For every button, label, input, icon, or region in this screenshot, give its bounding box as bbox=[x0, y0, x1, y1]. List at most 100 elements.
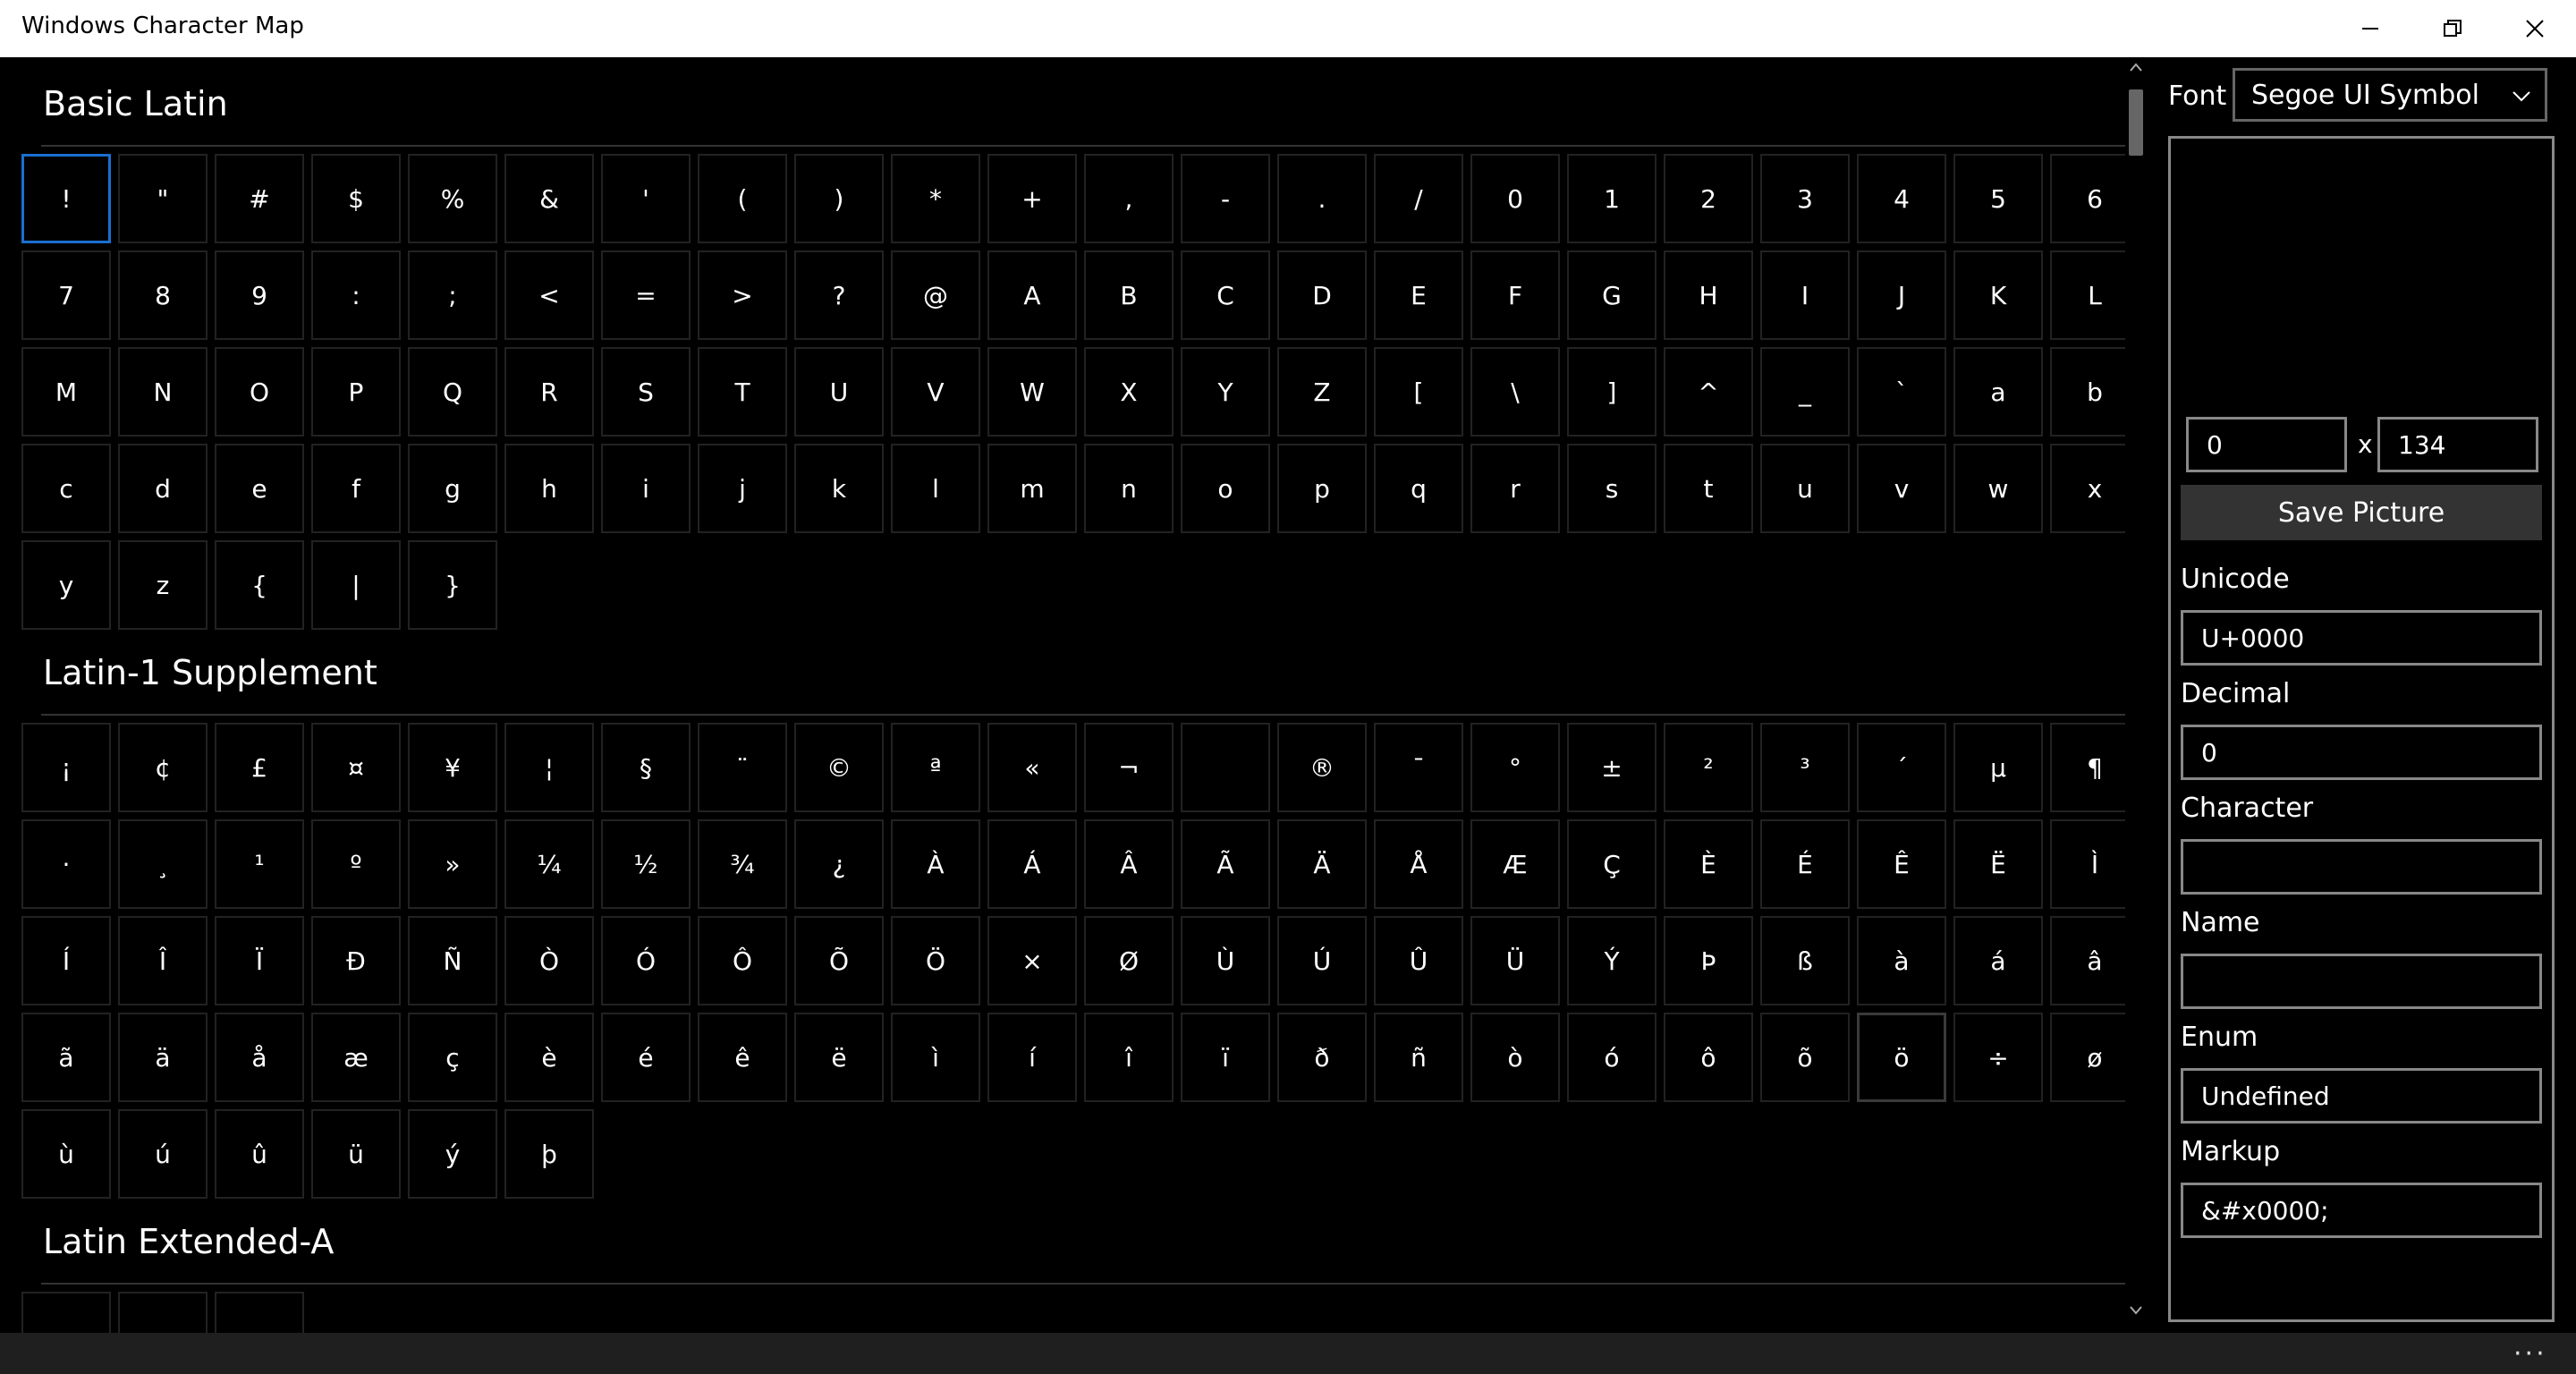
character-cell[interactable]: ñ bbox=[1374, 1013, 1463, 1102]
character-cell[interactable]: # bbox=[215, 154, 304, 243]
character-cell[interactable]: 1 bbox=[1567, 154, 1657, 243]
character-cell[interactable]: ú bbox=[118, 1109, 208, 1199]
character-cell[interactable]: 2 bbox=[1664, 154, 1753, 243]
character-cell[interactable]: ê bbox=[698, 1013, 787, 1102]
character-cell[interactable]: j bbox=[698, 444, 787, 533]
character-cell[interactable]: _ bbox=[1760, 347, 1850, 437]
character-cell[interactable]: ð bbox=[1277, 1013, 1367, 1102]
character-cell[interactable]: F bbox=[1470, 250, 1560, 340]
scroll-down-button[interactable] bbox=[2125, 1304, 2147, 1324]
character-cell[interactable]: ò bbox=[1470, 1013, 1560, 1102]
character-cell[interactable]: ± bbox=[1567, 723, 1657, 812]
character-cell[interactable]: h bbox=[504, 444, 594, 533]
character-cell[interactable]: U bbox=[794, 347, 884, 437]
character-cell[interactable]: G bbox=[1567, 250, 1657, 340]
character-cell[interactable]: Ó bbox=[601, 916, 691, 1005]
character-cell[interactable]: & bbox=[504, 154, 594, 243]
character-cell[interactable]: « bbox=[987, 723, 1077, 812]
character-cell[interactable]: J bbox=[1857, 250, 1946, 340]
character-cell[interactable]: § bbox=[601, 723, 691, 812]
character-cell[interactable]: L bbox=[2050, 250, 2125, 340]
character-cell[interactable]: Ø bbox=[1084, 916, 1174, 1005]
character-cell[interactable]: Ü bbox=[1470, 916, 1560, 1005]
character-cell[interactable]: º bbox=[311, 819, 401, 909]
character-cell[interactable]: y bbox=[21, 540, 111, 630]
character-cell[interactable]: ¦ bbox=[504, 723, 594, 812]
character-cell[interactable]: ß bbox=[1760, 916, 1850, 1005]
character-cell[interactable]: Y bbox=[1181, 347, 1270, 437]
character-cell[interactable]: W bbox=[987, 347, 1077, 437]
character-cell[interactable]: í bbox=[987, 1013, 1077, 1102]
character-cell[interactable]: Ã bbox=[1181, 819, 1270, 909]
character-cell[interactable]: Ë bbox=[1953, 819, 2043, 909]
character-cell[interactable]: â bbox=[2050, 916, 2125, 1005]
character-cell[interactable]: © bbox=[794, 723, 884, 812]
character-cell[interactable]: ¤ bbox=[311, 723, 401, 812]
character-cell[interactable] bbox=[215, 1292, 304, 1333]
character-cell[interactable]: ¶ bbox=[2050, 723, 2125, 812]
character-cell[interactable]: ° bbox=[1470, 723, 1560, 812]
character-cell[interactable]: á bbox=[1953, 916, 2043, 1005]
character-cell[interactable]: s bbox=[1567, 444, 1657, 533]
character-cell[interactable]: b bbox=[2050, 347, 2125, 437]
character-cell[interactable]: = bbox=[601, 250, 691, 340]
character-cell[interactable]: ¾ bbox=[698, 819, 787, 909]
character-cell[interactable]: Ù bbox=[1181, 916, 1270, 1005]
character-cell[interactable]: e bbox=[215, 444, 304, 533]
character-cell[interactable]: ó bbox=[1567, 1013, 1657, 1102]
character-cell[interactable]: " bbox=[118, 154, 208, 243]
character-cell[interactable]: à bbox=[1857, 916, 1946, 1005]
character-cell[interactable]: < bbox=[504, 250, 594, 340]
character-cell[interactable]: > bbox=[698, 250, 787, 340]
character-cell[interactable] bbox=[118, 1292, 208, 1333]
picture-width-input[interactable] bbox=[2186, 417, 2347, 472]
character-cell[interactable]: O bbox=[215, 347, 304, 437]
character-cell[interactable]: ¥ bbox=[408, 723, 497, 812]
character-cell[interactable]: D bbox=[1277, 250, 1367, 340]
character-cell[interactable]: ² bbox=[1664, 723, 1753, 812]
character-cell[interactable]: ¹ bbox=[215, 819, 304, 909]
character-cell[interactable]: · bbox=[21, 819, 111, 909]
character-cell[interactable]: ï bbox=[1181, 1013, 1270, 1102]
character-cell[interactable]: ã bbox=[21, 1013, 111, 1102]
character-cell[interactable]: N bbox=[118, 347, 208, 437]
character-cell[interactable]: û bbox=[215, 1109, 304, 1199]
character-cell[interactable]: ¸ bbox=[118, 819, 208, 909]
character-field[interactable] bbox=[2181, 839, 2542, 895]
character-cell[interactable]: ) bbox=[794, 154, 884, 243]
character-cell[interactable]: S bbox=[601, 347, 691, 437]
character-cell[interactable]: [ bbox=[1374, 347, 1463, 437]
character-cell[interactable]: Â bbox=[1084, 819, 1174, 909]
font-dropdown[interactable]: Segoe UI Symbol bbox=[2233, 68, 2547, 122]
character-cell[interactable]: A bbox=[987, 250, 1077, 340]
character-cell[interactable]: ô bbox=[1664, 1013, 1753, 1102]
character-cell[interactable]: ] bbox=[1567, 347, 1657, 437]
character-cell[interactable]: l bbox=[891, 444, 980, 533]
character-cell[interactable]: ý bbox=[408, 1109, 497, 1199]
character-cell[interactable]: 7 bbox=[21, 250, 111, 340]
character-cell[interactable]: r bbox=[1470, 444, 1560, 533]
character-cell[interactable]: 3 bbox=[1760, 154, 1850, 243]
character-cell[interactable]: ù bbox=[21, 1109, 111, 1199]
character-cell[interactable]: Þ bbox=[1664, 916, 1753, 1005]
character-cell[interactable]: 6 bbox=[2050, 154, 2125, 243]
character-cell[interactable]: è bbox=[504, 1013, 594, 1102]
character-cell[interactable]: Ð bbox=[311, 916, 401, 1005]
character-cell[interactable]: * bbox=[891, 154, 980, 243]
character-cell[interactable]: + bbox=[987, 154, 1077, 243]
character-cell[interactable]: õ bbox=[1760, 1013, 1850, 1102]
character-cell[interactable]: n bbox=[1084, 444, 1174, 533]
character-cell[interactable]: v bbox=[1857, 444, 1946, 533]
character-cell[interactable]: X bbox=[1084, 347, 1174, 437]
unicode-field[interactable] bbox=[2181, 610, 2542, 666]
character-cell[interactable] bbox=[21, 1292, 111, 1333]
character-cell[interactable]: ^ bbox=[1664, 347, 1753, 437]
character-cell[interactable]: Ý bbox=[1567, 916, 1657, 1005]
character-cell[interactable]: ç bbox=[408, 1013, 497, 1102]
character-cell[interactable]: \ bbox=[1470, 347, 1560, 437]
restore-button[interactable] bbox=[2411, 0, 2494, 57]
more-options-icon[interactable]: ··· bbox=[2513, 1338, 2547, 1370]
character-cell[interactable]: ü bbox=[311, 1109, 401, 1199]
character-cell[interactable]: ; bbox=[408, 250, 497, 340]
scroll-thumb[interactable] bbox=[2129, 89, 2143, 156]
